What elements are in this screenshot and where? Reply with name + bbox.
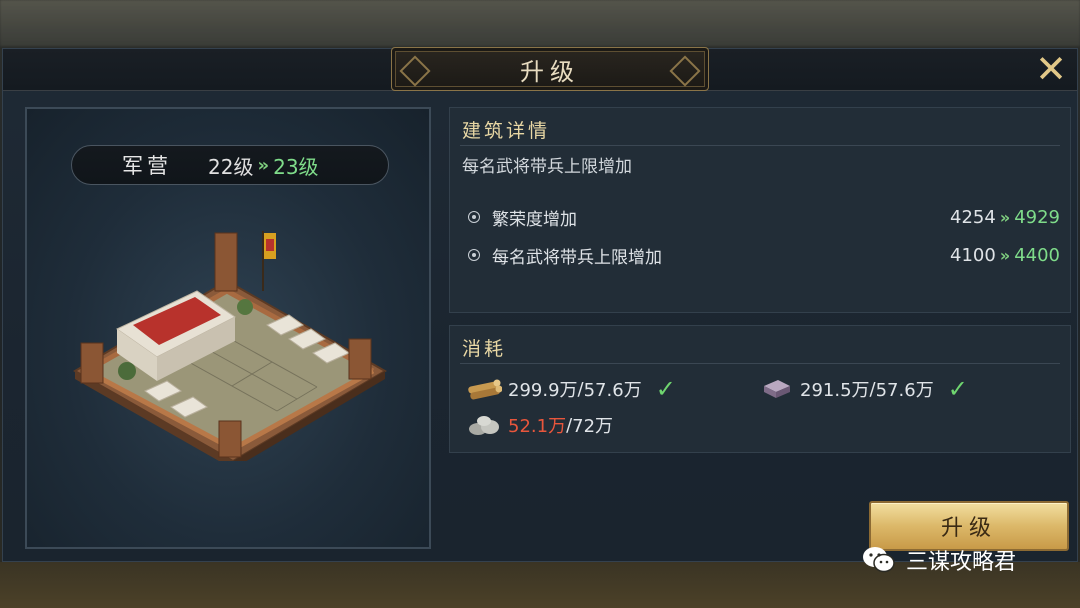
increase-arrow-icon: » [999, 245, 1011, 265]
iron-icon [764, 380, 790, 398]
upgrade-dialog: 升级 ✕ 军营 22级 » 23级 建筑详情 每名武将带兵上限增加 繁荣度增加 … [2, 47, 1078, 562]
background-top [0, 0, 1080, 46]
check-icon: ✓ [655, 375, 676, 403]
barracks-illustration [73, 231, 387, 461]
divider [460, 363, 1060, 364]
cost-item-iron: 291.5万 / 57.6万 ✓ [758, 374, 968, 404]
stat-label: 繁荣度增加 [492, 209, 577, 230]
building-name: 军营 [122, 154, 172, 178]
wood-have: 299.9万 [508, 380, 578, 401]
title-plate: 升级 [391, 47, 709, 91]
details-subtitle: 每名武将带兵上限增加 [462, 157, 632, 177]
stat-old-value: 4100 [950, 244, 996, 266]
cost-panel: 消耗 299.9万 / 57.6万 ✓ 291.5万 / 57.6万 ✓ 52.… [449, 325, 1071, 453]
close-icon[interactable]: ✕ [1033, 50, 1069, 88]
level-arrow-icon: » [257, 154, 270, 176]
stat-row-prosperity: 繁荣度增加 4254 » 4929 [468, 202, 1060, 232]
building-preview-panel: 军营 22级 » 23级 [25, 107, 431, 549]
cost-header: 消耗 [462, 338, 507, 360]
stat-new-value: 4929 [1014, 206, 1060, 228]
divider [460, 145, 1060, 146]
building-details-panel: 建筑详情 每名武将带兵上限增加 繁荣度增加 4254 » 4929 每名武将带兵… [449, 107, 1071, 313]
check-icon: ✓ [947, 375, 968, 403]
watermark: 三谋攻略君 [862, 543, 1016, 577]
details-header: 建筑详情 [462, 120, 551, 142]
cost-item-wood: 299.9万 / 57.6万 ✓ [466, 374, 676, 404]
stat-row-troop-limit: 每名武将带兵上限增加 4100 » 4400 [468, 240, 1060, 270]
current-level: 22级 [208, 154, 254, 179]
bullet-icon [468, 211, 480, 223]
stat-label: 每名武将带兵上限增加 [492, 247, 662, 268]
iron-have: 291.5万 [800, 380, 870, 401]
cost-item-stone: 52.1万 / 72万 [466, 410, 613, 440]
dialog-title: 升级 [520, 57, 580, 86]
next-level: 23级 [273, 154, 319, 179]
bullet-icon [468, 249, 480, 261]
stone-icon [469, 416, 499, 435]
stone-need: 72万 [572, 416, 614, 437]
stat-new-value: 4400 [1014, 244, 1060, 266]
wechat-icon [863, 547, 895, 573]
stone-have: 52.1万 [508, 416, 567, 437]
wood-icon [468, 379, 502, 400]
increase-arrow-icon: » [999, 207, 1011, 227]
stat-old-value: 4254 [950, 206, 996, 228]
level-banner: 军营 22级 » 23级 [71, 145, 389, 185]
watermark-text: 三谋攻略君 [906, 550, 1017, 575]
iron-need: 57.6万 [875, 380, 934, 401]
wood-need: 57.6万 [583, 380, 642, 401]
title-bar: 升级 ✕ [3, 47, 1077, 91]
